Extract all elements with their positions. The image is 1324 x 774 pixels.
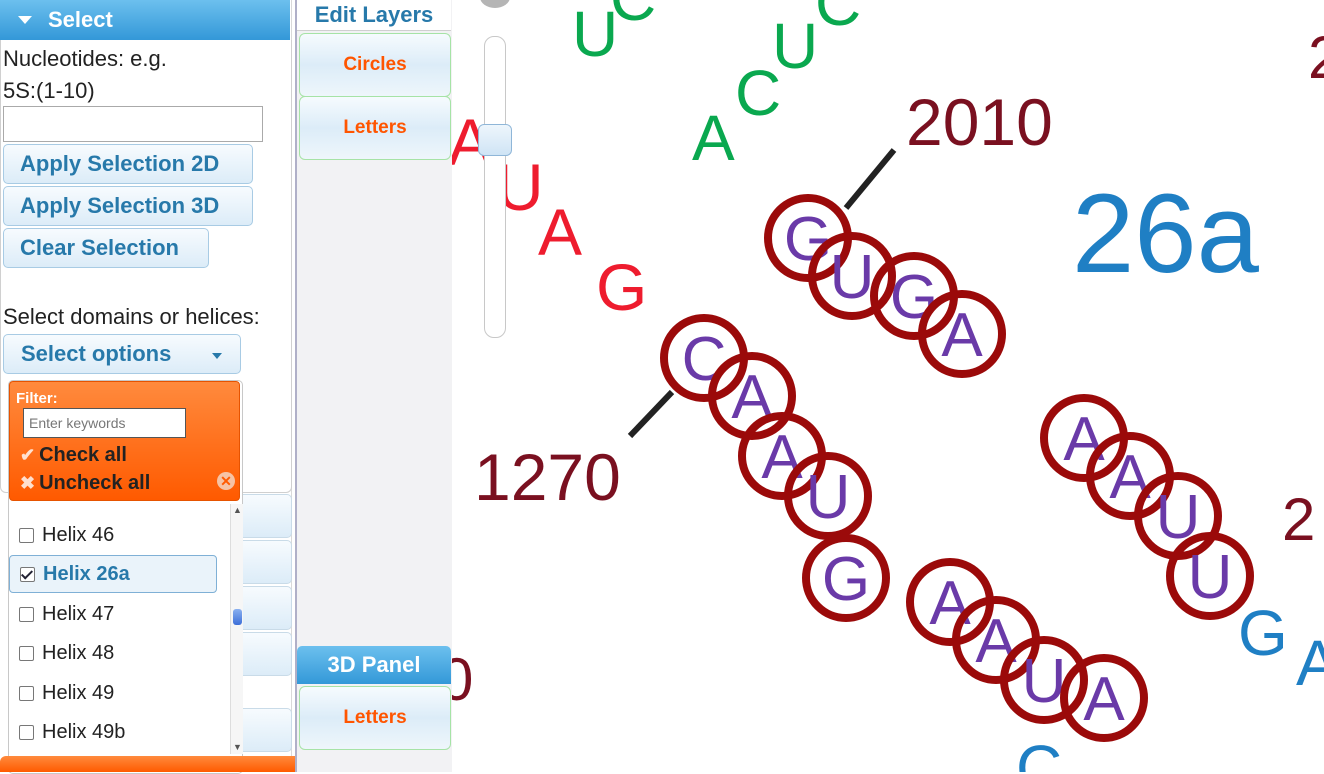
domains-label: Select domains or helices: (3, 304, 260, 329)
scrollbar-thumb[interactable] (233, 609, 242, 625)
select-panel: Select Nucleotides: e.g. 5S:(1-10) Apply… (0, 0, 292, 774)
circled-nucleotides-caaug[interactable]: C A A U G (660, 314, 890, 622)
close-x-icon: ✖ (20, 473, 36, 493)
filter-label: Filter: (16, 390, 58, 407)
nucleotides-input[interactable] (3, 106, 263, 142)
number-label-partial: 2 (1282, 486, 1315, 553)
svg-text:A: A (761, 423, 803, 492)
circled-nucleotides-guga[interactable]: G U G A (764, 194, 1006, 378)
option-helix-26a[interactable]: Helix 26a (9, 555, 217, 593)
option-label: Helix 49 (42, 681, 115, 704)
uncheck-all-label: Uncheck all (39, 472, 151, 494)
apply-selection-3d-button[interactable]: Apply Selection 3D (3, 186, 253, 226)
multiselect-header: Filter: Enter keywords ✔ Check all ✖ Unche… (9, 381, 240, 501)
option-helix-48[interactable]: Helix 48 (9, 634, 217, 672)
chevron-down-icon (212, 353, 222, 359)
option-helix-46[interactable]: Helix 46 (9, 516, 217, 554)
edit-layers-title[interactable]: Edit Layers (297, 0, 451, 31)
option-helix-47[interactable]: Helix 47 (9, 595, 217, 633)
check-all-link[interactable]: ✔ Check all (20, 444, 127, 467)
checkbox[interactable] (19, 606, 34, 622)
tick-line-2010 (843, 148, 897, 210)
collapse-triangle-icon (18, 16, 32, 24)
nucleotide-C: C (1016, 732, 1062, 772)
checkmark-icon: ✔ (20, 445, 36, 465)
checkbox[interactable] (19, 724, 34, 740)
green-nucleotides: U C A C U C (572, 0, 861, 174)
svg-text:G: G (822, 545, 870, 614)
option-label: Helix 48 (42, 641, 115, 664)
nucleotide-A: A (1296, 627, 1324, 699)
scroll-up-icon[interactable]: ▲ (233, 505, 242, 515)
nucleotide-C: C (815, 0, 861, 39)
filter-input[interactable]: Enter keywords (23, 408, 186, 438)
select-panel-header[interactable]: Select (0, 0, 290, 40)
checkbox[interactable] (19, 685, 34, 701)
option-label: Helix 49b (42, 720, 126, 743)
nucleotide-G: G (596, 250, 647, 324)
nucleotides-label: Nucleotides: e.g. (3, 46, 167, 71)
helix-multiselect-menu: Filter: Enter keywords ✔ Check all ✖ Unche… (8, 380, 243, 774)
checkbox-checked[interactable] (20, 566, 35, 582)
edit-layers-panel: Edit Layers Circles Letters 3D Panel Let… (295, 0, 452, 772)
option-helix-49b[interactable]: Helix 49b (9, 713, 217, 751)
circled-nucleotides-aauu[interactable]: A A U U (1040, 394, 1254, 620)
svg-text:A: A (1109, 443, 1151, 512)
nucleotide-A: A (538, 195, 582, 269)
option-label: Helix 47 (42, 602, 115, 625)
check-all-label: Check all (39, 444, 127, 466)
number-label-partial: 2 (1308, 24, 1324, 91)
helix-label: 26a (1072, 171, 1260, 296)
svg-text:U: U (1188, 543, 1233, 612)
nucleotide-G: G (1238, 597, 1288, 669)
nucleotide-U: U (772, 10, 818, 82)
option-helix-49[interactable]: Helix 49 (9, 674, 217, 712)
number-label-2010: 2010 (906, 85, 1053, 159)
svg-text:A: A (941, 301, 983, 370)
tick-line-1270 (627, 389, 675, 439)
uncheck-all-link[interactable]: ✖ Uncheck all (20, 472, 150, 495)
close-menu-icon[interactable]: ✕ (217, 472, 235, 490)
circled-nucleotides-aaua[interactable]: A A U A (906, 558, 1148, 742)
svg-text:A: A (929, 569, 971, 638)
select-panel-title: Select (48, 7, 113, 32)
nucleotide-C: C (610, 0, 656, 34)
option-label: Helix 46 (42, 523, 115, 546)
svg-text:A: A (1063, 405, 1105, 474)
letters-layer-button[interactable]: Letters (299, 96, 451, 160)
number-label-1270: 1270 (474, 440, 621, 514)
options-scrollbar[interactable]: ▲ ▼ (230, 504, 243, 754)
option-label: Helix 26a (43, 562, 130, 585)
svg-text:C: C (682, 325, 727, 394)
svg-text:A: A (1083, 665, 1125, 734)
select-options-dropdown[interactable]: Select options (3, 334, 241, 374)
select-options-label: Select options (21, 341, 172, 366)
nucleotide-A: A (692, 102, 735, 174)
clear-selection-button[interactable]: Clear Selection (3, 228, 209, 268)
zoom-slider-handle[interactable] (478, 124, 512, 156)
3d-panel-header[interactable]: 3D Panel (297, 646, 451, 684)
apply-selection-2d-button[interactable]: Apply Selection 2D (3, 144, 253, 184)
svg-text:A: A (975, 607, 1017, 676)
3d-letters-layer-button[interactable]: Letters (299, 686, 451, 750)
checkbox[interactable] (19, 645, 34, 661)
nucleotides-example: 5S:(1-10) (3, 78, 95, 103)
svg-text:G: G (890, 263, 938, 332)
circles-layer-button[interactable]: Circles (299, 33, 451, 97)
checkbox[interactable] (19, 527, 34, 543)
svg-text:G: G (784, 205, 832, 274)
scroll-down-icon[interactable]: ▼ (233, 742, 242, 752)
svg-text:U: U (1022, 647, 1067, 716)
svg-text:U: U (830, 243, 875, 312)
zoom-slider-track[interactable] (484, 36, 506, 338)
svg-text:U: U (806, 463, 851, 532)
